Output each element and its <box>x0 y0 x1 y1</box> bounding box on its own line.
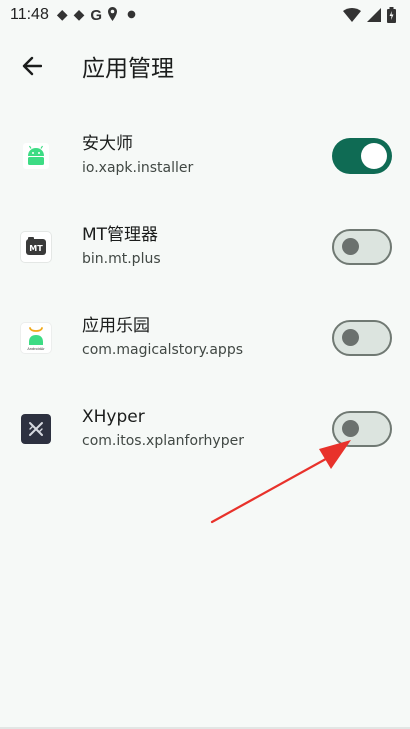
dot-icon: ● <box>127 9 136 20</box>
status-right <box>343 7 396 23</box>
list-item: AndroidAr 应用乐园 com.magicalstory.apps <box>0 292 410 383</box>
page-title: 应用管理 <box>82 56 174 82</box>
app-name: 安大师 <box>82 134 133 154</box>
arrow-back-icon <box>22 56 42 76</box>
android-green-icon <box>21 141 51 171</box>
status-time: 11:48 <box>10 6 49 23</box>
toggle-switch-off[interactable] <box>332 319 392 356</box>
back-button[interactable] <box>0 38 64 94</box>
xhyper-icon <box>21 413 51 444</box>
app-name: XHyper <box>82 407 145 427</box>
signal-icon <box>367 8 381 22</box>
battery-icon <box>387 7 396 23</box>
app-package: com.magicalstory.apps <box>82 342 243 358</box>
svg-text:MT: MT <box>29 244 43 253</box>
list-item: MT MT管理器 bin.mt.plus <box>0 201 410 292</box>
toggle-thumb <box>342 329 359 346</box>
google-icon: G <box>90 6 103 24</box>
wifi-icon <box>343 8 361 22</box>
location-icon <box>108 6 118 24</box>
toggle-switch-off[interactable] <box>332 410 392 447</box>
toggle-thumb <box>342 238 359 255</box>
app-name: MT管理器 <box>82 225 159 245</box>
toggle-thumb <box>361 142 387 169</box>
app-bar: 应用管理 <box>0 38 410 94</box>
app-text: MT管理器 bin.mt.plus <box>82 224 161 269</box>
app-list: 安大师 io.xapk.installer MT MT管理器 bin.mt.pl… <box>0 110 410 474</box>
app-park-icon: AndroidAr <box>21 322 51 353</box>
svg-text:AndroidAr: AndroidAr <box>27 347 45 351</box>
toggle-switch-on[interactable] <box>332 137 392 174</box>
list-item: XHyper com.itos.xplanforhyper <box>0 383 410 474</box>
app-text: 安大师 io.xapk.installer <box>82 133 193 178</box>
toggle-thumb <box>342 420 359 437</box>
app-text: XHyper com.itos.xplanforhyper <box>82 406 244 451</box>
diamond-icon: ◆ <box>56 7 68 23</box>
app-package: io.xapk.installer <box>82 160 194 176</box>
status-bar: 11:48 ◆ ◆ G ● <box>0 0 410 30</box>
app-package: com.itos.xplanforhyper <box>82 433 244 449</box>
diamond-icon: ◆ <box>73 7 85 23</box>
mt-manager-icon: MT <box>21 231 51 262</box>
toggle-switch-off[interactable] <box>332 228 392 265</box>
app-text: 应用乐园 com.magicalstory.apps <box>82 315 243 360</box>
status-left: 11:48 ◆ ◆ G ● <box>10 6 136 24</box>
list-item: 安大师 io.xapk.installer <box>0 110 410 201</box>
app-name: 应用乐园 <box>82 316 150 336</box>
app-package: bin.mt.plus <box>82 251 161 267</box>
